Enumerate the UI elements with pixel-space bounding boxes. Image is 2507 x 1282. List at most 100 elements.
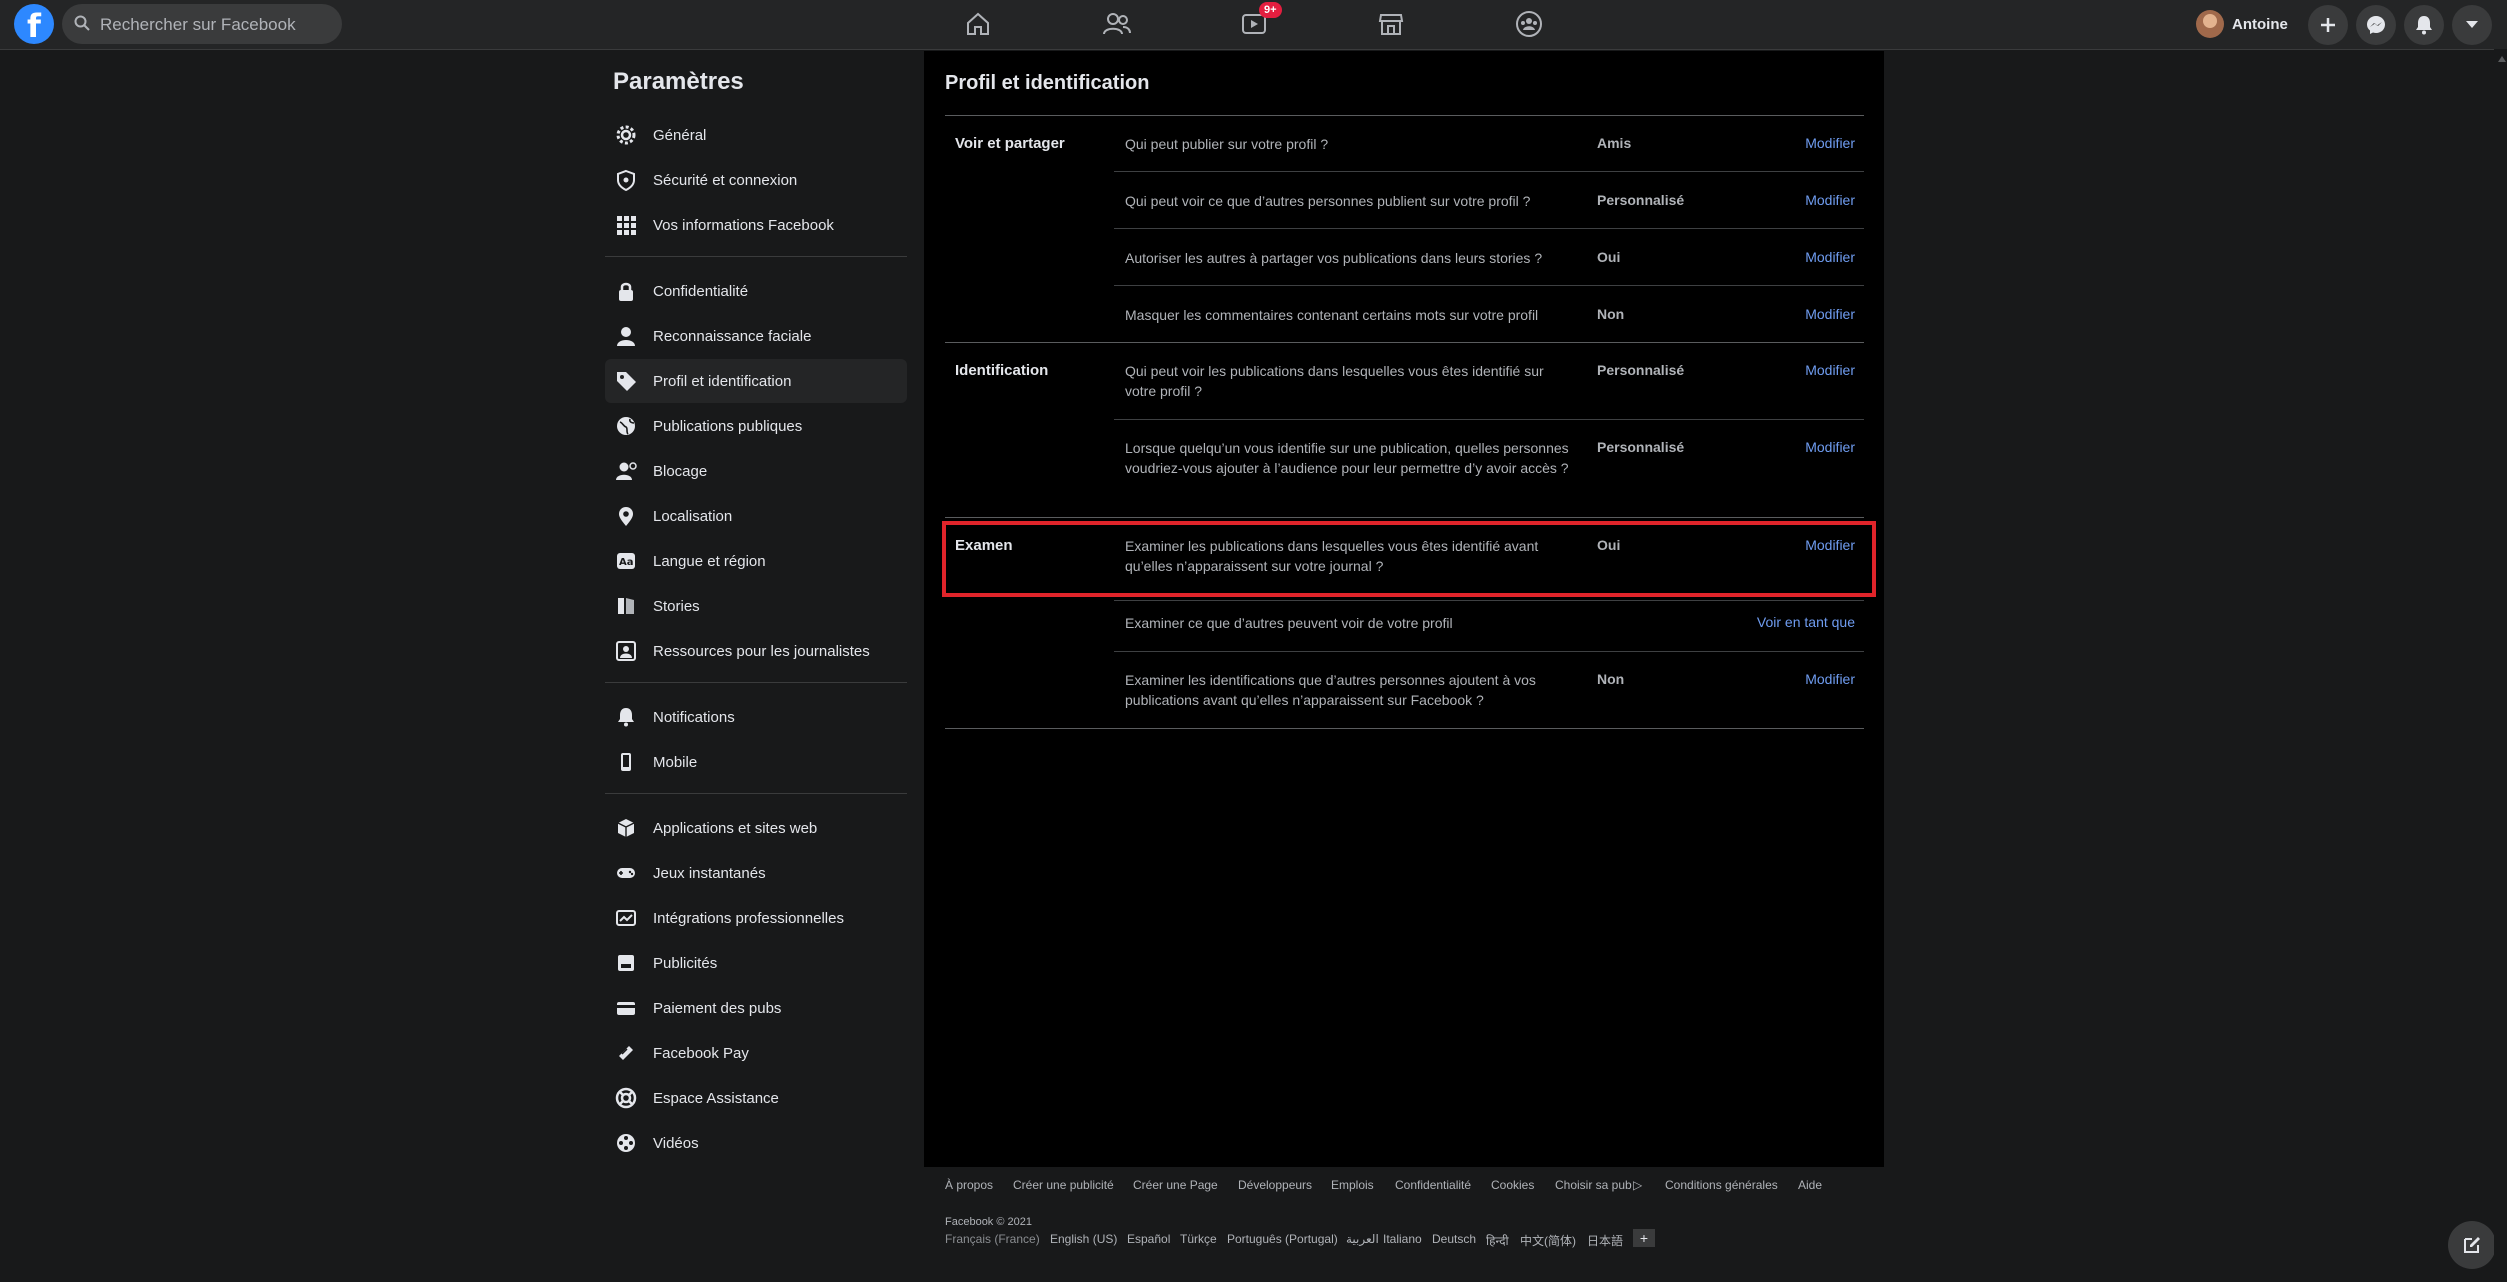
setting-question: Lorsque quelqu’un vous identifie sur une…: [1125, 440, 1569, 476]
top-navigation-bar: f 9+ Antoine: [0, 0, 2507, 50]
modify-link[interactable]: Modifier: [1805, 671, 1855, 687]
row-divider: [1114, 171, 1864, 172]
footer-link[interactable]: Créer une Page: [1133, 1178, 1218, 1192]
sidebar-item-stories[interactable]: Stories: [605, 584, 907, 628]
sidebar-item-reconnaissance-faciale[interactable]: Reconnaissance faciale: [605, 314, 907, 358]
footer-link[interactable]: Cookies: [1491, 1178, 1534, 1192]
home-nav-button[interactable]: [943, 4, 1013, 44]
scrollbar[interactable]: [2494, 49, 2507, 1282]
sidebar-item-notifications[interactable]: Notifications: [605, 695, 907, 739]
modify-link[interactable]: Modifier: [1805, 192, 1855, 208]
language-link[interactable]: हिन्दी: [1486, 1232, 1509, 1249]
cube-icon: [613, 815, 639, 841]
sidebar-item-langue-et-region[interactable]: Aa Langue et région: [605, 539, 907, 583]
sidebar-item-mobile[interactable]: Mobile: [605, 740, 907, 784]
row-divider: [1114, 285, 1864, 286]
language-link[interactable]: 中文(简体): [1520, 1232, 1576, 1249]
search-input[interactable]: [98, 4, 332, 46]
sidebar-item-label: Vidéos: [653, 1134, 699, 1152]
footer-link[interactable]: Développeurs: [1238, 1178, 1312, 1192]
setting-value: Non: [1597, 671, 1625, 687]
plus-icon: [2321, 18, 2335, 32]
footer-link[interactable]: Choisir sa pub: [1555, 1178, 1632, 1192]
language-link[interactable]: Português (Portugal): [1227, 1232, 1338, 1246]
marketplace-nav-button[interactable]: [1356, 4, 1426, 44]
sidebar-item-publicites[interactable]: Publicités: [605, 941, 907, 985]
modify-link[interactable]: Modifier: [1805, 306, 1855, 322]
facebook-logo[interactable]: f: [14, 4, 54, 45]
modify-link[interactable]: Modifier: [1805, 249, 1855, 265]
modify-link[interactable]: Modifier: [1805, 362, 1855, 378]
setting-question: Qui peut publier sur votre profil ?: [1125, 136, 1329, 152]
footer-link[interactable]: Emplois: [1331, 1178, 1374, 1192]
sidebar-item-label: Publicités: [653, 954, 718, 972]
sidebar-item-espace-assistance[interactable]: Espace Assistance: [605, 1076, 907, 1120]
sidebar-item-general[interactable]: Général: [605, 113, 907, 157]
marketplace-icon: [1378, 14, 1404, 35]
watch-nav-button[interactable]: 9+: [1219, 2, 1289, 44]
sidebar-item-blocage[interactable]: Blocage: [605, 449, 907, 493]
sidebar-item-label: Localisation: [653, 507, 733, 525]
setting-value: Non: [1597, 306, 1625, 322]
scroll-up-arrow-icon[interactable]: [2498, 56, 2506, 62]
setting-question: Autoriser les autres à partager vos publ…: [1125, 250, 1543, 266]
sidebar-item-localisation[interactable]: Localisation: [605, 494, 907, 538]
footer-link[interactable]: À propos: [945, 1178, 993, 1192]
sidebar-item-confidentialite[interactable]: Confidentialité: [605, 269, 907, 313]
sidebar-item-ressources-pour-les-journalistes[interactable]: Ressources pour les journalistes: [605, 629, 907, 673]
sidebar-item-applications-et-sites-web[interactable]: Applications et sites web: [605, 806, 907, 850]
footer-link[interactable]: Confidentialité: [1395, 1178, 1471, 1192]
language-link[interactable]: Deutsch: [1432, 1232, 1476, 1246]
sidebar-item-label: Langue et région: [653, 552, 766, 570]
notifications-button[interactable]: [2404, 5, 2444, 45]
sidebar-item-label: Vos informations Facebook: [653, 216, 834, 234]
add-language-button[interactable]: +: [1633, 1229, 1655, 1247]
sidebar-item-videos[interactable]: Vidéos: [605, 1121, 907, 1165]
language-link[interactable]: العربية: [1346, 1232, 1379, 1246]
setting-value: Personnalisé: [1597, 362, 1685, 378]
footer-link[interactable]: Conditions générales: [1665, 1178, 1778, 1192]
sidebar-item-label: Confidentialité: [653, 282, 749, 300]
footer-link[interactable]: Aide: [1798, 1178, 1822, 1192]
search-box[interactable]: [62, 4, 342, 46]
business-icon: [613, 905, 639, 931]
language-link[interactable]: English (US): [1050, 1232, 1117, 1246]
location-pin-icon: [613, 503, 639, 529]
language-link[interactable]: Italiano: [1383, 1232, 1422, 1246]
friends-nav-button[interactable]: [1082, 4, 1152, 44]
adchoices-icon: ▷: [1633, 1178, 1643, 1192]
profile-shortcut[interactable]: Antoine: [2196, 6, 2288, 42]
friends-icon: [1103, 13, 1131, 35]
compose-icon: [2464, 1237, 2480, 1253]
row-divider: [1114, 600, 1864, 601]
gear-icon: [613, 122, 639, 148]
account-menu-button[interactable]: [2452, 5, 2492, 45]
sidebar-item-label: Reconnaissance faciale: [653, 327, 812, 345]
sidebar-item-facebook-pay[interactable]: Facebook Pay: [605, 1031, 907, 1075]
row-divider: [1114, 228, 1864, 229]
footer-link[interactable]: Créer une publicité: [1013, 1178, 1114, 1192]
language-link[interactable]: Español: [1127, 1232, 1170, 1246]
sidebar-item-paiement-des-pubs[interactable]: Paiement des pubs: [605, 986, 907, 1030]
bell-icon: [613, 704, 639, 730]
modify-link[interactable]: Modifier: [1805, 135, 1855, 151]
new-message-button[interactable]: [2448, 1221, 2496, 1269]
sidebar-item-jeux-instantanes[interactable]: Jeux instantanés: [605, 851, 907, 895]
language-link[interactable]: 日本語: [1587, 1232, 1623, 1249]
sidebar-item-label: Général: [653, 126, 707, 144]
sidebar-item-label: Mobile: [653, 753, 698, 771]
modify-link[interactable]: Modifier: [1805, 439, 1855, 455]
section-label-identification: Identification: [955, 362, 1049, 379]
sidebar-item-profil-et-identification[interactable]: Profil et identification: [605, 359, 907, 403]
create-button[interactable]: [2308, 5, 2348, 45]
language-link[interactable]: Türkçe: [1180, 1232, 1217, 1246]
view-as-link[interactable]: Voir en tant que: [1757, 614, 1855, 630]
groups-nav-button[interactable]: [1494, 4, 1564, 44]
sidebar-item-label: Facebook Pay: [653, 1044, 749, 1062]
sidebar-item-securite-et-connexion[interactable]: Sécurité et connexion: [605, 158, 907, 202]
setting-value: Amis: [1597, 135, 1632, 151]
messenger-button[interactable]: [2356, 5, 2396, 45]
sidebar-item-integrations-professionnelles[interactable]: Intégrations professionnelles: [605, 896, 907, 940]
sidebar-item-vos-informations-facebook[interactable]: Vos informations Facebook: [605, 203, 907, 247]
sidebar-item-publications-publiques[interactable]: Publications publiques: [605, 404, 907, 448]
